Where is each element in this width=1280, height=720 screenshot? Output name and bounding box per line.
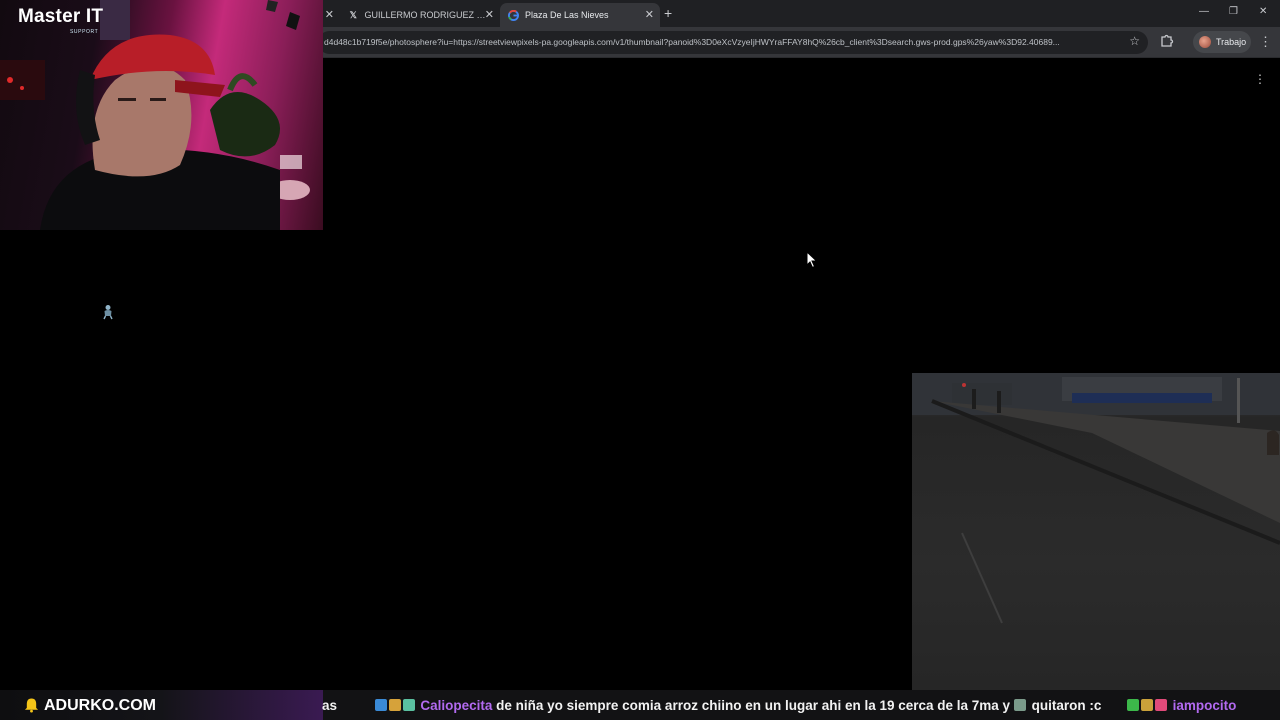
tab-twitter-profile[interactable]: 𝕏 GUILLERMO RODRIGUEZ M (@ ✕ — [340, 3, 500, 27]
emote-icon — [388, 699, 401, 711]
ticker-cut-text: as — [322, 698, 338, 713]
more-options-icon[interactable]: ⋮ — [1254, 72, 1266, 86]
heart-badge-icon — [1154, 699, 1167, 711]
ticker-messages: as Caliopecita de niña yo siempre comia … — [322, 698, 1236, 713]
ticker-brand-text: ADURKO.COM — [44, 697, 156, 714]
mouse-cursor-icon — [806, 251, 818, 269]
tab-close-icon[interactable]: ✕ — [645, 8, 654, 21]
emote-icon — [402, 699, 415, 711]
close-icon[interactable]: ✕ — [1259, 6, 1267, 17]
url-text[interactable]: d4d48c1b719f5e/photosphere?iu=https://st… — [324, 37, 1114, 47]
emote-icon — [1013, 699, 1026, 711]
chat-username: iampocito — [1172, 698, 1237, 713]
minimize-icon[interactable]: — — [1199, 6, 1209, 17]
emote-icon — [374, 699, 387, 711]
channel-logo-subtitle: SUPPORT — [70, 29, 99, 35]
tab-label: Plaza De Las Nieves — [525, 10, 609, 20]
google-logo-icon — [508, 9, 519, 21]
ticker-brand: ADURKO.COM — [0, 690, 323, 720]
street-view-thumbnail[interactable] — [912, 373, 1280, 690]
tab-plaza-de-las-nieves[interactable]: Plaza De Las Nieves ✕ — [500, 3, 660, 27]
profile-label: Trabajo — [1216, 37, 1247, 47]
bookmark-star-icon[interactable]: ☆ — [1129, 34, 1140, 48]
tab-label: GUILLERMO RODRIGUEZ M (@ — [364, 10, 492, 20]
x-logo-icon: 𝕏 — [349, 9, 357, 20]
chat-message-end: quitaron :c — [1031, 698, 1102, 713]
chat-message: de niña yo siempre comia arroz chiino en… — [496, 698, 1011, 713]
bell-icon — [24, 698, 39, 713]
restore-icon[interactable]: ❐ — [1229, 6, 1238, 17]
badge-icon — [1140, 699, 1153, 711]
webcam-overlay: Master IT SUPPORT — [0, 0, 323, 230]
tab-close-icon[interactable]: ✕ — [485, 8, 494, 21]
browser-menu-icon[interactable]: ⋮ — [1259, 34, 1272, 50]
address-bar[interactable]: d4d48c1b719f5e/photosphere?iu=https://st… — [318, 31, 1148, 54]
figure-icon — [101, 304, 115, 320]
chat-ticker: ADURKO.COM as Caliopecita de niña yo sie… — [0, 690, 1280, 720]
avatar — [1199, 36, 1211, 48]
extensions-puzzle-icon[interactable] — [1160, 33, 1174, 49]
verified-badge-icon — [1126, 699, 1139, 711]
tab-partial[interactable]: ✕ — [322, 3, 340, 27]
profile-chip[interactable]: Trabajo — [1193, 31, 1251, 53]
new-tab-button[interactable]: + — [664, 5, 672, 21]
channel-logo: Master IT — [18, 6, 104, 27]
tab-close-icon[interactable]: ✕ — [325, 8, 334, 21]
chat-username: Caliopecita — [420, 698, 493, 713]
